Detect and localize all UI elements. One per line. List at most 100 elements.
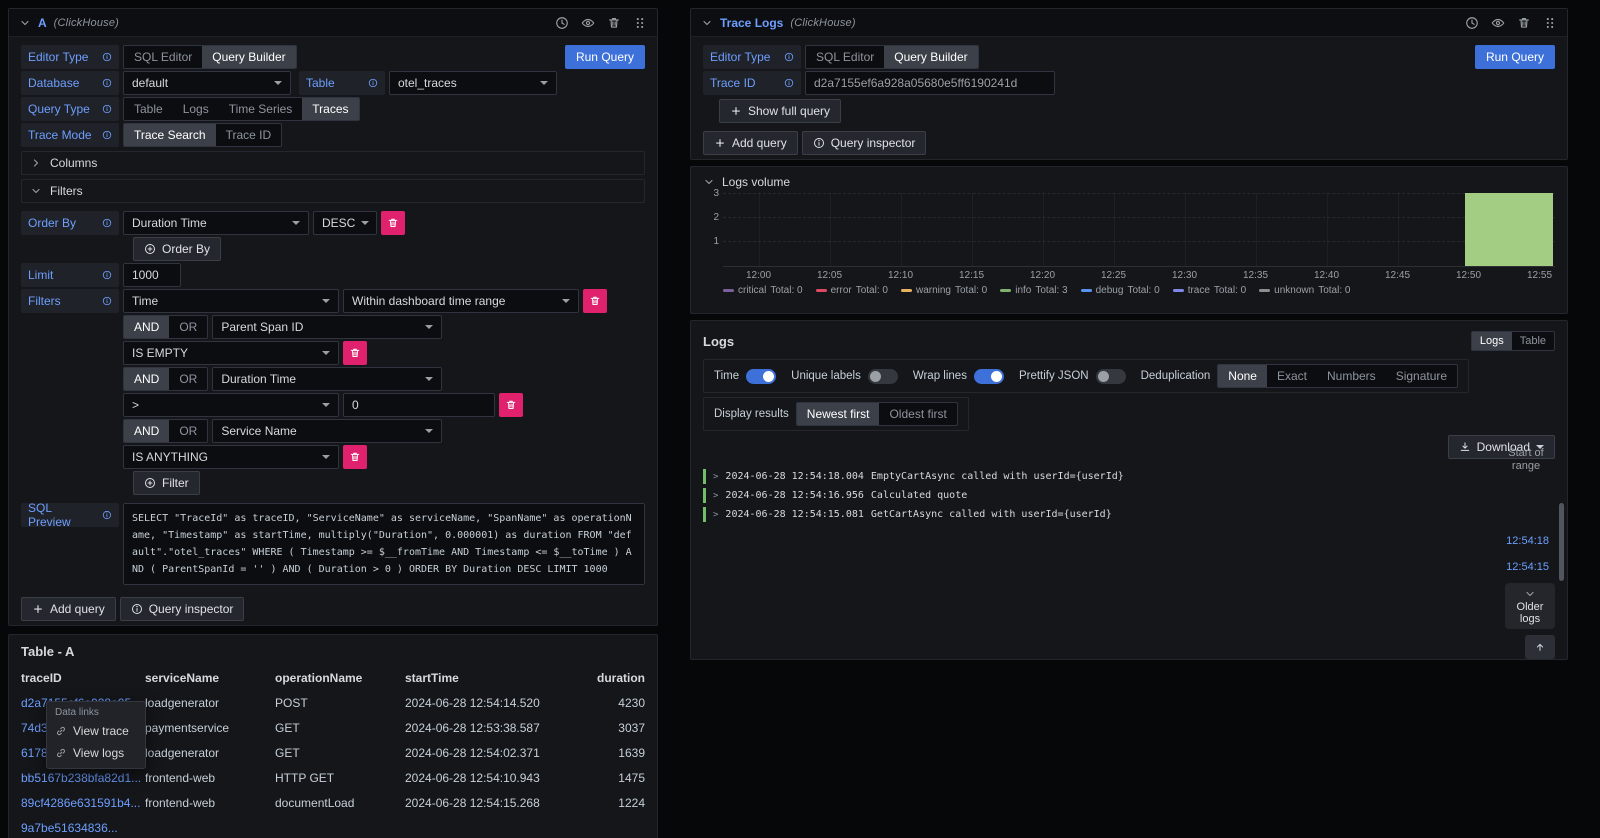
column-header-starttime[interactable]: startTime — [405, 671, 591, 685]
chart-plot-area[interactable] — [723, 193, 1555, 267]
info-icon[interactable] — [102, 296, 112, 306]
query-type-table[interactable]: Table — [124, 98, 173, 120]
unique-labels-toggle[interactable] — [868, 369, 898, 384]
column-header-duration[interactable]: duration — [591, 671, 645, 685]
condition-1-operator-select[interactable]: IS EMPTY — [123, 341, 339, 365]
query-ref-id[interactable]: A — [38, 16, 47, 30]
log-row[interactable]: > 2024-06-28 12:54:18.004 EmptyCartAsync… — [703, 467, 1473, 486]
logs-volume-section-toggle[interactable]: Logs volume — [691, 167, 1567, 191]
condition-2-operator-select[interactable]: > — [123, 393, 339, 417]
drag-handle-icon[interactable] — [1543, 16, 1557, 30]
legend-item-trace[interactable]: trace Total: 0 — [1173, 285, 1246, 296]
order-by-direction-select[interactable]: DESC — [313, 211, 377, 235]
table-select[interactable]: otel_traces — [389, 71, 557, 95]
logs-view-table[interactable]: Table — [1512, 332, 1554, 350]
table-panel-title[interactable]: Table - A — [9, 635, 657, 666]
condition-2-field-select[interactable]: Duration Time — [212, 367, 442, 391]
trace-mode-trace-search[interactable]: Trace Search — [124, 124, 216, 146]
info-icon[interactable] — [102, 218, 112, 228]
expand-log-chevron-icon[interactable]: > — [713, 491, 718, 501]
run-query-button[interactable]: Run Query — [565, 45, 645, 69]
legend-item-info[interactable]: info Total: 3 — [1000, 285, 1067, 296]
query-type-time-series[interactable]: Time Series — [219, 98, 303, 120]
order-by-field-select[interactable]: Duration Time — [123, 211, 309, 235]
legend-item-critical[interactable]: critical Total: 0 — [723, 285, 803, 296]
add-filter-button[interactable]: Filter — [133, 471, 200, 495]
column-header-servicename[interactable]: serviceName — [145, 671, 275, 685]
dedup-numbers[interactable]: Numbers — [1317, 365, 1386, 387]
info-icon[interactable] — [102, 130, 112, 140]
logs-view-logs[interactable]: Logs — [1472, 332, 1512, 350]
scroll-to-top-button[interactable] — [1525, 635, 1555, 659]
info-icon[interactable] — [368, 78, 378, 88]
drag-handle-icon[interactable] — [633, 16, 647, 30]
trace-mode-trace-id[interactable]: Trace ID — [216, 124, 282, 146]
remove-condition-3-button[interactable] — [343, 445, 367, 469]
info-icon[interactable] — [102, 510, 112, 520]
trace-id-input[interactable] — [805, 71, 1055, 95]
hide-response-eye-icon[interactable] — [581, 16, 595, 30]
legend-item-error[interactable]: error Total: 0 — [816, 285, 888, 296]
column-header-operationname[interactable]: operationName — [275, 671, 405, 685]
dedup-none[interactable]: None — [1218, 365, 1267, 387]
legend-item-unknown[interactable]: unknown Total: 0 — [1259, 285, 1350, 296]
database-select[interactable]: default — [123, 71, 291, 95]
trace-id-link[interactable]: 9a7be51634836... — [21, 821, 145, 835]
filter-time-field-select[interactable]: Time — [123, 289, 339, 313]
limit-input[interactable] — [123, 263, 181, 287]
time-toggle[interactable] — [746, 369, 776, 384]
logs-volume-bar-info[interactable] — [1465, 193, 1553, 266]
range-time-newest[interactable]: 12:54:18 — [1489, 535, 1549, 547]
query-history-icon[interactable] — [1465, 16, 1479, 30]
filter-time-operator-select[interactable]: Within dashboard time range — [343, 289, 579, 313]
query-type-traces[interactable]: Traces — [302, 98, 358, 120]
view-trace-menu-item[interactable]: View trace — [47, 720, 145, 742]
show-full-query-button[interactable]: Show full query — [719, 99, 841, 123]
query-history-icon[interactable] — [555, 16, 569, 30]
condition-3-or[interactable]: OR — [169, 420, 207, 442]
condition-1-and[interactable]: AND — [124, 316, 169, 338]
add-order-by-button[interactable]: Order By — [133, 237, 221, 261]
oldest-first-option[interactable]: Oldest first — [879, 403, 956, 425]
hide-response-eye-icon[interactable] — [1491, 16, 1505, 30]
editor-type-sql-editor[interactable]: SQL Editor — [124, 46, 202, 68]
condition-2-value-input[interactable] — [343, 393, 495, 417]
condition-3-and[interactable]: AND — [124, 420, 169, 442]
trace-id-link[interactable]: 89cf4286e631591b4... — [21, 796, 145, 810]
column-header-traceid[interactable]: traceID — [21, 671, 145, 685]
condition-3-operator-select[interactable]: IS ANYTHING — [123, 445, 339, 469]
legend-item-warning[interactable]: warning Total: 0 — [901, 285, 987, 296]
log-row[interactable]: > 2024-06-28 12:54:15.081 GetCartAsync c… — [703, 505, 1473, 524]
remove-time-filter-button[interactable] — [583, 289, 607, 313]
remove-condition-1-button[interactable] — [343, 341, 367, 365]
add-query-button[interactable]: Add query — [21, 597, 116, 621]
query-inspector-button[interactable]: Query inspector — [120, 597, 245, 621]
expand-log-chevron-icon[interactable]: > — [713, 472, 718, 482]
add-query-button[interactable]: Add query — [703, 131, 798, 155]
range-time-oldest[interactable]: 12:54:15 — [1489, 561, 1549, 573]
wrap-lines-toggle[interactable] — [974, 369, 1004, 384]
remove-condition-2-button[interactable] — [499, 393, 523, 417]
older-logs-button[interactable]: Older logs — [1505, 583, 1555, 629]
legend-item-debug[interactable]: debug Total: 0 — [1081, 285, 1160, 296]
info-icon[interactable] — [102, 270, 112, 280]
collapse-chevron-down-icon[interactable] — [19, 17, 31, 29]
editor-type-sql-editor[interactable]: SQL Editor — [806, 46, 884, 68]
query-ref-id[interactable]: Trace Logs — [720, 16, 783, 30]
remove-order-by-button[interactable] — [381, 211, 405, 235]
condition-1-or[interactable]: OR — [169, 316, 207, 338]
condition-3-field-select[interactable]: Service Name — [212, 419, 442, 443]
editor-type-query-builder[interactable]: Query Builder — [202, 46, 295, 68]
info-icon[interactable] — [102, 104, 112, 114]
prettify-json-toggle[interactable] — [1096, 369, 1126, 384]
logs-scrollbar[interactable] — [1559, 441, 1564, 656]
newest-first-option[interactable]: Newest first — [797, 403, 880, 425]
run-query-button[interactable]: Run Query — [1475, 45, 1555, 69]
expand-log-chevron-icon[interactable]: > — [713, 510, 718, 520]
log-row[interactable]: > 2024-06-28 12:54:16.956 Calculated quo… — [703, 486, 1473, 505]
info-icon[interactable] — [784, 52, 794, 62]
condition-2-and[interactable]: AND — [124, 368, 169, 390]
collapse-chevron-down-icon[interactable] — [701, 17, 713, 29]
columns-section-toggle[interactable]: Columns — [21, 151, 645, 175]
condition-2-or[interactable]: OR — [169, 368, 207, 390]
